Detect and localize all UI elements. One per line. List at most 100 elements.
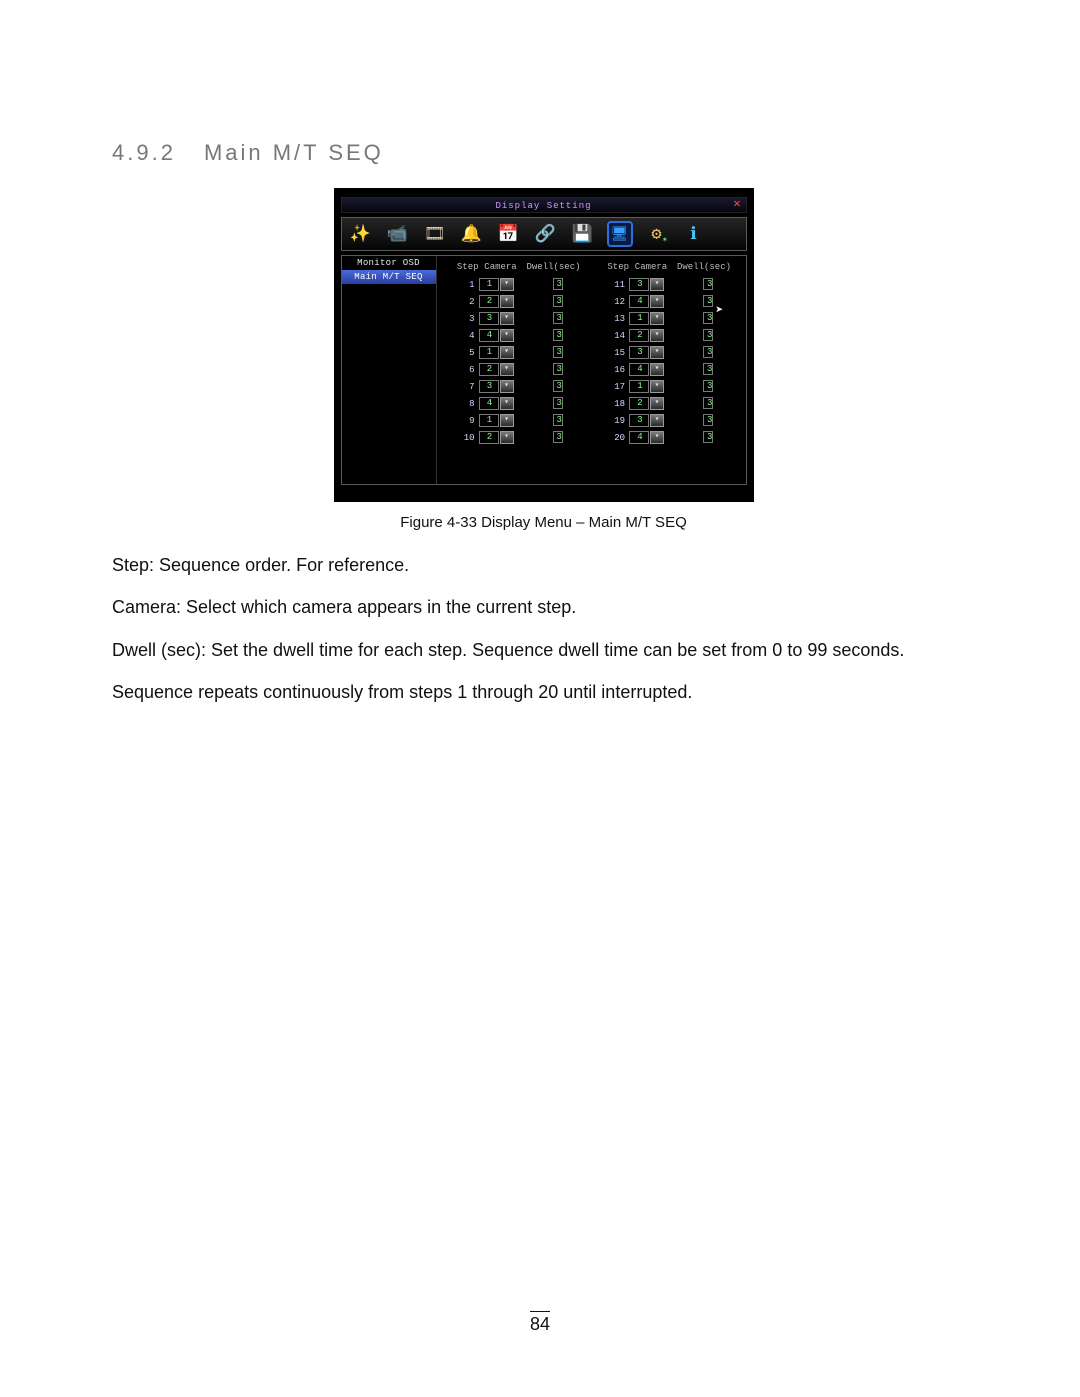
chevron-down-icon[interactable]: ▾ [650, 278, 664, 291]
chevron-down-icon[interactable]: ▾ [500, 414, 514, 427]
chevron-down-icon[interactable]: ▾ [650, 380, 664, 393]
camera-select[interactable]: 2 [479, 363, 499, 376]
camera-select[interactable]: 3 [629, 278, 649, 291]
seq-column-right: Step Camera Dwell(sec) 113▾3124▾3131▾314… [593, 262, 740, 446]
dwell-input[interactable]: 3 [703, 295, 713, 307]
dwell-input[interactable]: 3 [553, 346, 563, 358]
header-camera: Camera [479, 262, 523, 272]
dwell-input[interactable]: 3 [553, 312, 563, 324]
header-step: Step [593, 262, 629, 272]
figure-caption: Figure 4-33 Display Menu – Main M/T SEQ [112, 514, 975, 531]
wand-icon[interactable]: ✨ [348, 221, 374, 247]
camera-icon[interactable]: 📹 [385, 221, 411, 247]
camera-select[interactable]: 2 [629, 397, 649, 410]
header-step: Step [443, 262, 479, 272]
dwell-input[interactable]: 3 [553, 329, 563, 341]
step-number: 11 [593, 280, 629, 290]
chevron-down-icon[interactable]: ▾ [500, 312, 514, 325]
step-number: 1 [443, 280, 479, 290]
dwell-input[interactable]: 3 [553, 414, 563, 426]
dwell-input[interactable]: 3 [703, 346, 713, 358]
chevron-down-icon[interactable]: ▾ [650, 414, 664, 427]
document-page: 4.9.2Main M/T SEQ Display Setting ✕ ✨ 📹 … [0, 0, 1080, 1397]
dwell-input[interactable]: 3 [703, 312, 713, 324]
seq-row: 193▾3 [593, 412, 740, 429]
chevron-down-icon[interactable]: ▾ [500, 363, 514, 376]
camera-select[interactable]: 1 [479, 346, 499, 359]
paragraph-step: Step: Sequence order. For reference. [112, 549, 975, 581]
chevron-down-icon[interactable]: ▾ [650, 329, 664, 342]
chevron-down-icon[interactable]: ▾ [500, 431, 514, 444]
system-icon[interactable]: ⚙ [644, 221, 670, 247]
step-number: 9 [443, 416, 479, 426]
camera-select[interactable]: 2 [629, 329, 649, 342]
record-icon[interactable]: 🎞 [422, 221, 448, 247]
dwell-input[interactable]: 3 [703, 363, 713, 375]
chevron-down-icon[interactable]: ▾ [650, 346, 664, 359]
step-number: 3 [443, 314, 479, 324]
camera-select[interactable]: 1 [479, 414, 499, 427]
camera-select[interactable]: 2 [479, 295, 499, 308]
dwell-input[interactable]: 3 [703, 397, 713, 409]
display-icon[interactable]: 🖥 [607, 221, 633, 247]
seq-row: 11▾3 [443, 276, 590, 293]
alarm-icon[interactable]: 🔔 [459, 221, 485, 247]
dwell-input[interactable]: 3 [703, 329, 713, 341]
camera-select[interactable]: 4 [479, 397, 499, 410]
sidebar-item-monitor-osd[interactable]: Monitor OSD [342, 256, 436, 270]
camera-select[interactable]: 4 [479, 329, 499, 342]
chevron-down-icon[interactable]: ▾ [650, 397, 664, 410]
dwell-input[interactable]: 3 [703, 278, 713, 290]
dwell-input[interactable]: 3 [703, 380, 713, 392]
sidebar-item-main-mt-seq[interactable]: Main M/T SEQ [342, 270, 436, 284]
dialog-toolbar: ✨ 📹 🎞 🔔 📅 🔗 💾 🖥 ⚙ ℹ [341, 217, 747, 251]
step-number: 10 [443, 433, 479, 443]
close-icon[interactable]: ✕ [731, 198, 745, 212]
camera-select[interactable]: 4 [629, 295, 649, 308]
seq-row: 22▾3 [443, 293, 590, 310]
step-number: 16 [593, 365, 629, 375]
step-number: 7 [443, 382, 479, 392]
chevron-down-icon[interactable]: ▾ [500, 278, 514, 291]
step-number: 15 [593, 348, 629, 358]
dwell-input[interactable]: 3 [553, 380, 563, 392]
camera-select[interactable]: 1 [479, 278, 499, 291]
storage-icon[interactable]: 💾 [570, 221, 596, 247]
camera-select[interactable]: 2 [479, 431, 499, 444]
body-text: Step: Sequence order. For reference. Cam… [112, 549, 975, 709]
dwell-input[interactable]: 3 [703, 431, 713, 443]
dwell-input[interactable]: 3 [553, 431, 563, 443]
step-number: 2 [443, 297, 479, 307]
camera-select[interactable]: 4 [629, 431, 649, 444]
chevron-down-icon[interactable]: ▾ [650, 431, 664, 444]
seq-row: 44▾3 [443, 327, 590, 344]
dwell-input[interactable]: 3 [553, 363, 563, 375]
chevron-down-icon[interactable]: ▾ [500, 380, 514, 393]
seq-row: 182▾3 [593, 395, 740, 412]
dwell-input[interactable]: 3 [703, 414, 713, 426]
dwell-input[interactable]: 3 [553, 278, 563, 290]
chevron-down-icon[interactable]: ▾ [650, 363, 664, 376]
chevron-down-icon[interactable]: ▾ [650, 312, 664, 325]
camera-select[interactable]: 3 [629, 414, 649, 427]
camera-select[interactable]: 3 [479, 380, 499, 393]
chevron-down-icon[interactable]: ▾ [500, 397, 514, 410]
camera-select[interactable]: 1 [629, 312, 649, 325]
network-icon[interactable]: 🔗 [533, 221, 559, 247]
camera-select[interactable]: 1 [629, 380, 649, 393]
camera-select[interactable]: 3 [629, 346, 649, 359]
chevron-down-icon[interactable]: ▾ [500, 329, 514, 342]
schedule-icon[interactable]: 📅 [496, 221, 522, 247]
seq-row: 91▾ 3 [443, 412, 590, 429]
seq-row: 84▾3 [443, 395, 590, 412]
camera-select[interactable]: 3 [479, 312, 499, 325]
seq-row: 73▾3 [443, 378, 590, 395]
seq-header: Step Camera Dwell(sec) [443, 262, 590, 272]
chevron-down-icon[interactable]: ▾ [500, 295, 514, 308]
dwell-input[interactable]: 3 [553, 397, 563, 409]
chevron-down-icon[interactable]: ▾ [650, 295, 664, 308]
info-icon[interactable]: ℹ [681, 221, 707, 247]
chevron-down-icon[interactable]: ▾ [500, 346, 514, 359]
dwell-input[interactable]: 3 [553, 295, 563, 307]
camera-select[interactable]: 4 [629, 363, 649, 376]
